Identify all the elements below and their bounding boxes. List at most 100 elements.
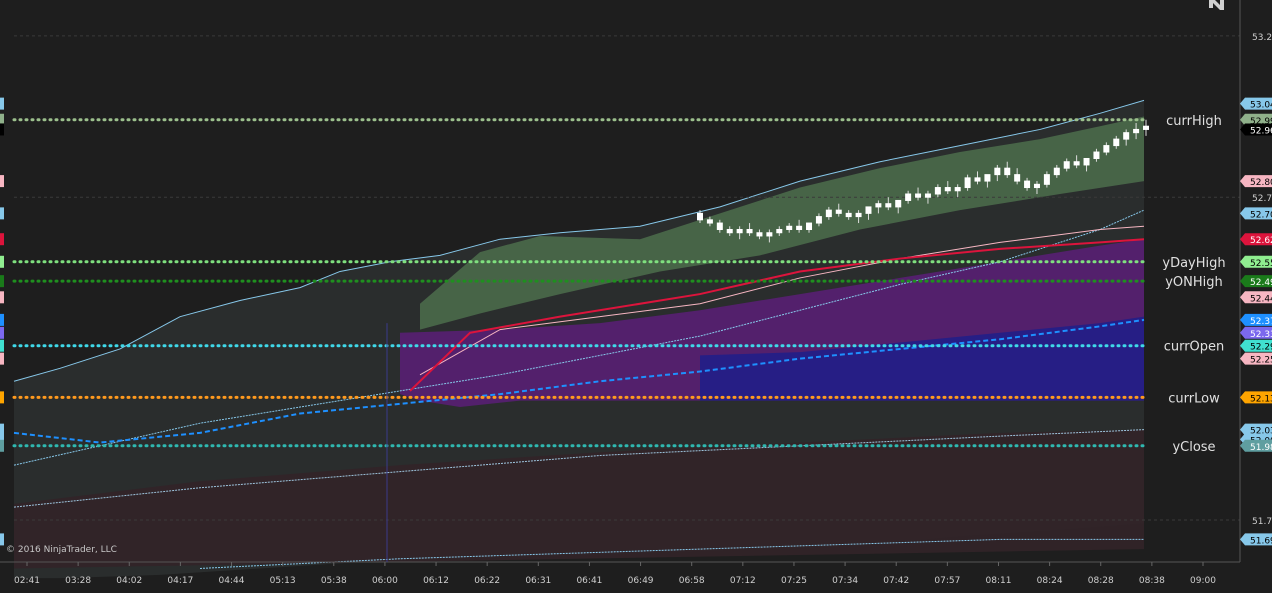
left-price-tick [0,233,4,246]
candle-body [974,177,981,182]
candle-body [1123,132,1130,140]
left-price-tick [0,533,4,546]
x-tick-label: 06:49 [628,576,654,586]
x-tick-label: 05:13 [270,576,296,586]
x-tick-label: 04:17 [167,576,193,586]
candle-body [786,225,793,231]
price-marker-label: 52.96 [1250,126,1272,136]
x-tick-label: 07:34 [832,576,858,586]
candle-body [924,193,931,198]
x-tick-label: 04:02 [116,576,142,586]
x-tick-label: 05:38 [321,576,347,586]
x-tick-label: 06:22 [474,576,500,586]
price-marker-label: 52.70 [1250,210,1272,220]
y-tick-label: 53.25 [1252,33,1272,43]
candle-body [855,212,862,218]
x-tick-label: 07:12 [730,576,756,586]
left-price-tick [0,439,4,452]
price-marker-label: 52.13 [1250,394,1272,404]
candle-body [756,232,763,237]
candle-body [1143,125,1149,130]
y-tick-label: 51.75 [1252,517,1272,527]
ref-label-currHigh: currHigh [1166,114,1222,129]
price-marker-label: 52.80 [1250,178,1272,188]
candle-body [835,209,842,214]
candle-body [776,229,783,234]
price-marker-label: 52.62 [1250,236,1272,246]
candle-body [954,187,961,192]
ref-label-yDayHigh: yDayHigh [1162,256,1225,271]
candle-body [806,222,813,231]
x-tick-label: 06:58 [679,576,705,586]
candle-body [716,222,723,231]
candle-body [934,187,941,195]
candle-body [796,225,803,231]
left-price-tick [0,352,4,365]
left-price-tick [0,339,4,352]
candle-body [815,216,822,224]
candle-body [1014,174,1021,182]
price-marker-label: 52.29 [1250,343,1272,353]
candle-body [1033,183,1040,189]
left-price-tick [0,391,4,404]
price-marker-label: 53.04 [1250,101,1272,111]
ref-label-yClose: yClose [1172,440,1215,455]
chart-canvas[interactable]: currHigh yDayHigh yONHigh currOpen currLow yC… [0,0,1272,589]
price-marker-label: 52.55 [1250,259,1272,269]
candle-body [706,219,713,224]
candle-body [944,187,951,192]
candle-body [1103,145,1110,153]
candle-body [825,209,832,218]
price-chart[interactable]: currHigh yDayHigh yONHigh currOpen currLow yC… [0,0,1272,589]
x-tick-label: 08:11 [986,576,1012,586]
candle-body [875,203,882,208]
price-marker-label: 52.25 [1250,356,1272,366]
candle-body [1083,157,1090,166]
candle-body [1133,128,1140,134]
candle-body [1053,167,1060,176]
x-tick-label: 06:12 [423,576,449,586]
candle-body [895,199,902,208]
left-price-tick [0,313,4,326]
candle-body [994,167,1001,176]
x-tick-label: 04:44 [219,576,245,586]
candle-body [766,232,773,237]
x-tick-label: 02:41 [14,576,40,586]
candle-body [964,177,971,189]
x-tick-label: 06:41 [576,576,602,586]
candle-body [1024,180,1031,189]
price-marker-label: 52.37 [1250,317,1272,327]
x-tick-label: 08:24 [1037,576,1063,586]
ref-label-currLow: currLow [1168,391,1220,406]
x-tick-label: 07:42 [883,576,909,586]
copyright-notice: © 2016 NinjaTrader, LLC [6,545,117,555]
candle-body [736,229,743,234]
x-tick-label: 03:28 [65,576,91,586]
candle-body [915,193,922,198]
candle-body [1004,167,1011,176]
candle-body [726,229,733,234]
candle-body [845,212,852,218]
x-tick-label: 06:00 [372,576,398,586]
candle-body [905,193,912,201]
left-price-tick [0,291,4,304]
candle-body [1113,138,1120,147]
left-price-tick [0,326,4,339]
candle-body [984,174,991,182]
x-tick-label: 07:25 [781,576,807,586]
candle-body [746,229,753,234]
price-marker-label: 51.69 [1250,536,1272,546]
y-tick-label: 52.75 [1252,194,1272,204]
price-marker-label: 51.98 [1250,443,1272,453]
x-tick-label: 08:28 [1088,576,1114,586]
left-price-tick [0,207,4,220]
candle-body [1063,161,1070,169]
candle-body [697,212,703,221]
candle-body [1073,161,1080,166]
x-tick-label: 07:57 [934,576,960,586]
candle-body [1093,151,1100,159]
x-tick-label: 06:31 [525,576,551,586]
left-price-tick [0,255,4,268]
price-marker-label: 52.33 [1250,330,1272,340]
ref-label-yONHigh: yONHigh [1165,275,1223,290]
